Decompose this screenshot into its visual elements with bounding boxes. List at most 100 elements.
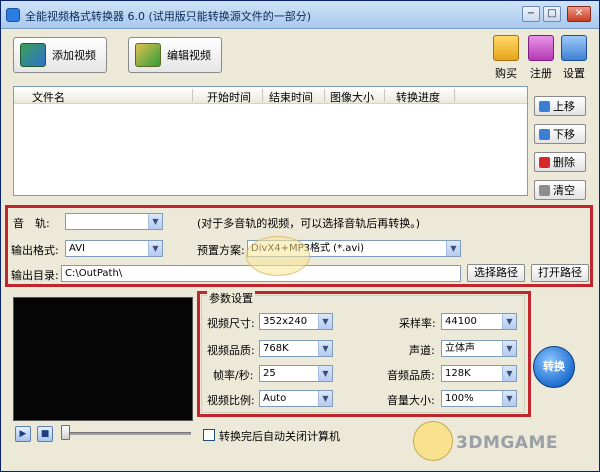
add-video-icon (20, 43, 46, 67)
file-list[interactable]: 文件名 开始时间 结束时间 图像大小 转换进度 (13, 86, 528, 196)
column-divider (192, 89, 193, 102)
volume-value: 100% (445, 393, 474, 404)
minimize-button[interactable]: − (522, 6, 540, 22)
video-size-label: 视频尺寸: (207, 317, 255, 330)
track-label: 音 轨: (13, 217, 50, 230)
track-select[interactable]: ▼ (65, 213, 163, 230)
aspect-select[interactable]: Auto ▼ (259, 390, 333, 407)
format-value: AVI (69, 243, 85, 254)
file-list-header: 文件名 开始时间 结束时间 图像大小 转换进度 (14, 87, 527, 104)
chevron-down-icon: ▼ (502, 314, 516, 329)
format-label: 输出格式: (11, 244, 59, 257)
output-dir-value: C:\OutPath\ (65, 268, 123, 279)
chevron-down-icon: ▼ (148, 214, 162, 229)
sample-rate-select[interactable]: 44100 ▼ (441, 313, 517, 330)
channels-select[interactable]: 立体声 ▼ (441, 340, 517, 357)
video-size-value: 352x240 (263, 316, 308, 327)
audio-quality-select[interactable]: 128K ▼ (441, 365, 517, 382)
cart-icon[interactable] (493, 35, 519, 61)
register-label[interactable]: 注册 (526, 65, 556, 81)
frame-rate-value: 25 (263, 368, 276, 379)
edit-video-icon (135, 43, 161, 67)
window-title: 全能视频格式转换器 6.0 (试用版只能转换源文件的一部分) (25, 10, 312, 23)
clear-icon (539, 184, 550, 196)
buy-label[interactable]: 购买 (491, 65, 521, 81)
frame-rate-select[interactable]: 25 ▼ (259, 365, 333, 382)
sample-rate-label: 采样率: (399, 317, 436, 330)
chevron-down-icon: ▼ (318, 366, 332, 381)
column-divider (454, 89, 455, 102)
video-quality-value: 768K (263, 343, 289, 354)
move-up-label: 上移 (553, 100, 575, 113)
format-select[interactable]: AVI ▼ (65, 240, 163, 257)
audio-quality-label: 音频品质: (387, 369, 435, 382)
chevron-down-icon: ▼ (502, 341, 516, 356)
column-image-size[interactable]: 图像大小 (330, 89, 374, 105)
app-window: 全能视频格式转换器 6.0 (试用版只能转换源文件的一部分) − □ ✕ 添加视… (0, 0, 600, 472)
delete-icon (539, 156, 550, 168)
column-divider (324, 89, 325, 102)
seek-track[interactable] (63, 432, 191, 435)
chevron-down-icon: ▼ (148, 241, 162, 256)
settings-label[interactable]: 设置 (559, 65, 589, 81)
sample-rate-value: 44100 (445, 316, 477, 327)
play-button[interactable]: ▶ (15, 426, 31, 442)
volume-select[interactable]: 100% ▼ (441, 390, 517, 407)
aspect-label: 视频比例: (207, 394, 255, 407)
clear-button[interactable]: 清空 (534, 180, 586, 200)
video-quality-label: 视频品质: (207, 344, 255, 357)
convert-button[interactable]: 转换 (533, 346, 575, 388)
app-icon (6, 8, 20, 22)
watermark-text: 3DMGAME (456, 433, 558, 453)
shutdown-label[interactable]: 转换完后自动关闭计算机 (219, 428, 340, 444)
add-video-button[interactable]: 添加视频 (13, 37, 107, 73)
add-video-label: 添加视频 (52, 49, 96, 62)
chevron-down-icon: ▼ (318, 341, 332, 356)
channels-value: 立体声 (445, 343, 475, 354)
seek-slider[interactable] (61, 425, 70, 440)
mascot-watermark (246, 236, 310, 276)
arrow-up-icon (539, 100, 550, 112)
shutdown-checkbox[interactable] (203, 429, 215, 441)
column-start-time[interactable]: 开始时间 (207, 89, 251, 105)
watermark-logo (413, 421, 453, 461)
title-bar: 全能视频格式转换器 6.0 (试用版只能转换源文件的一部分) − □ ✕ (1, 1, 599, 29)
video-size-select[interactable]: 352x240 ▼ (259, 313, 333, 330)
stop-button[interactable]: ■ (37, 426, 53, 442)
video-quality-select[interactable]: 768K ▼ (259, 340, 333, 357)
frame-rate-label: 帧率/秒: (213, 369, 254, 382)
dir-label: 输出目录: (11, 269, 59, 282)
aspect-value: Auto (263, 393, 287, 404)
param-group-title: 参数设置 (207, 290, 255, 306)
tools-icon[interactable] (561, 35, 587, 61)
close-button[interactable]: ✕ (567, 6, 591, 22)
chevron-down-icon: ▼ (446, 241, 460, 256)
choose-path-button[interactable]: 选择路径 (467, 264, 525, 282)
arrow-down-icon (539, 128, 550, 140)
preset-label: 预置方案: (197, 244, 245, 257)
clear-label: 清空 (553, 184, 575, 197)
column-end-time[interactable]: 结束时间 (269, 89, 313, 105)
move-down-button[interactable]: 下移 (534, 124, 586, 144)
lock-icon[interactable] (528, 35, 554, 61)
delete-button[interactable]: 删除 (534, 152, 586, 172)
column-progress[interactable]: 转换进度 (396, 89, 440, 105)
volume-label: 音量大小: (387, 394, 435, 407)
chevron-down-icon: ▼ (318, 391, 332, 406)
column-divider (262, 89, 263, 102)
maximize-button[interactable]: □ (543, 6, 561, 22)
column-filename[interactable]: 文件名 (32, 89, 65, 105)
chevron-down-icon: ▼ (318, 314, 332, 329)
delete-label: 删除 (553, 156, 575, 169)
track-hint: (对于多音轨的视频，可以选择音轨后再转换。) (197, 217, 421, 230)
move-up-button[interactable]: 上移 (534, 96, 586, 116)
chevron-down-icon: ▼ (502, 391, 516, 406)
move-down-label: 下移 (553, 128, 575, 141)
chevron-down-icon: ▼ (502, 366, 516, 381)
open-path-button[interactable]: 打开路径 (531, 264, 589, 282)
column-divider (384, 89, 385, 102)
edit-video-button[interactable]: 编辑视频 (128, 37, 222, 73)
audio-quality-value: 128K (445, 368, 471, 379)
video-preview (13, 297, 193, 421)
edit-video-label: 编辑视频 (167, 49, 211, 62)
